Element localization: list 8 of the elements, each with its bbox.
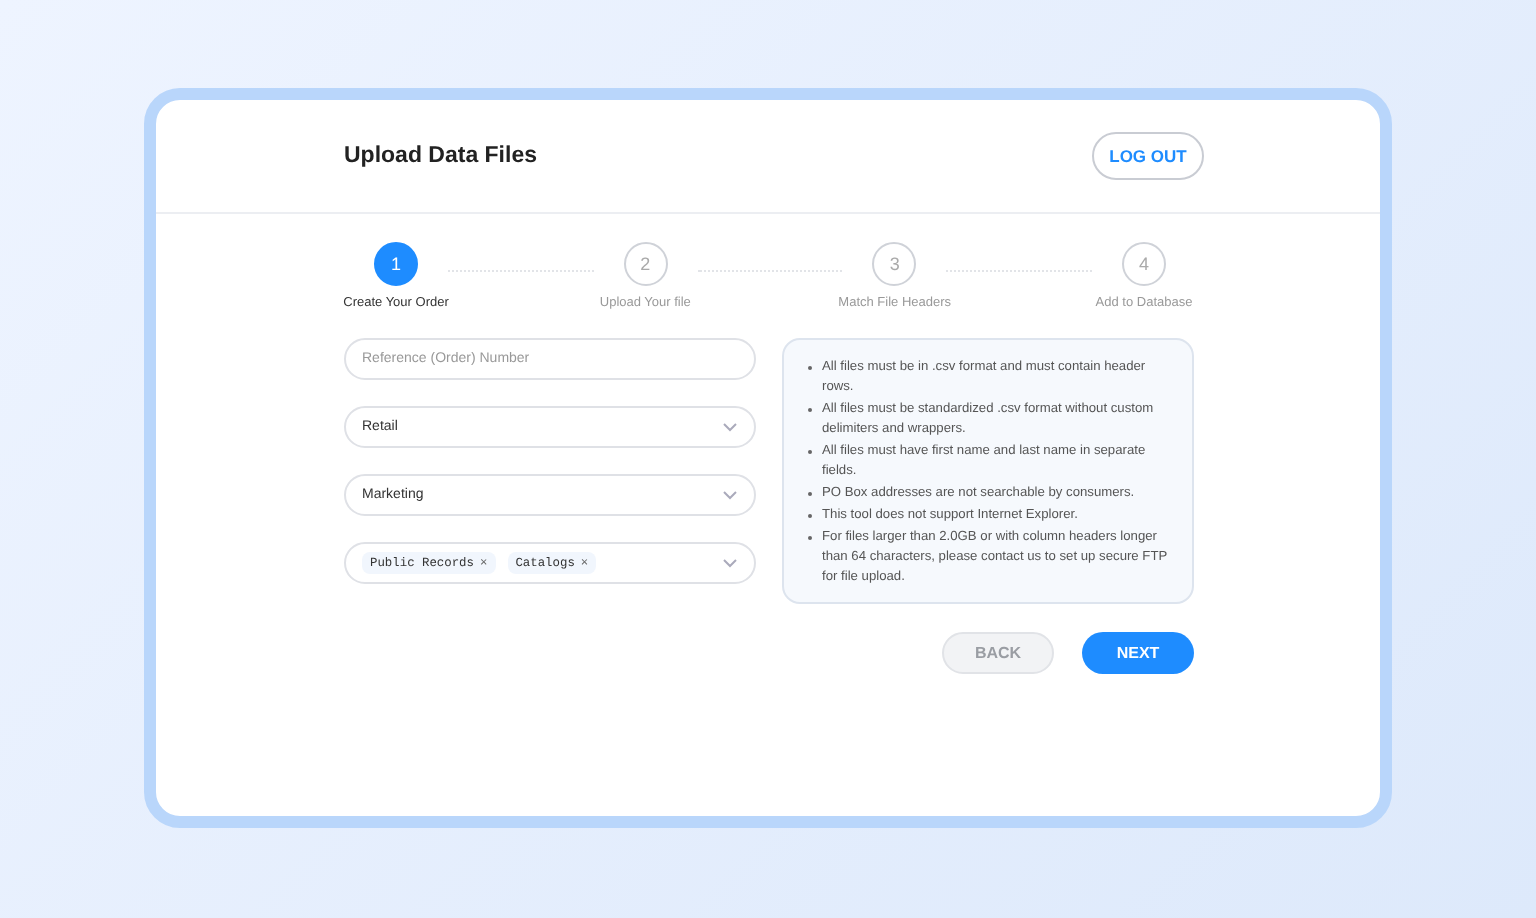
step-number: 4 — [1122, 242, 1167, 286]
step-number: 3 — [872, 242, 917, 286]
step-number: 1 — [374, 242, 418, 286]
step-number: 2 — [623, 242, 668, 286]
chevron-down-icon — [722, 490, 738, 500]
chevron-down-icon — [722, 558, 738, 568]
page-title: Upload Data Files — [344, 144, 537, 168]
chevron-down-icon — [722, 422, 738, 432]
